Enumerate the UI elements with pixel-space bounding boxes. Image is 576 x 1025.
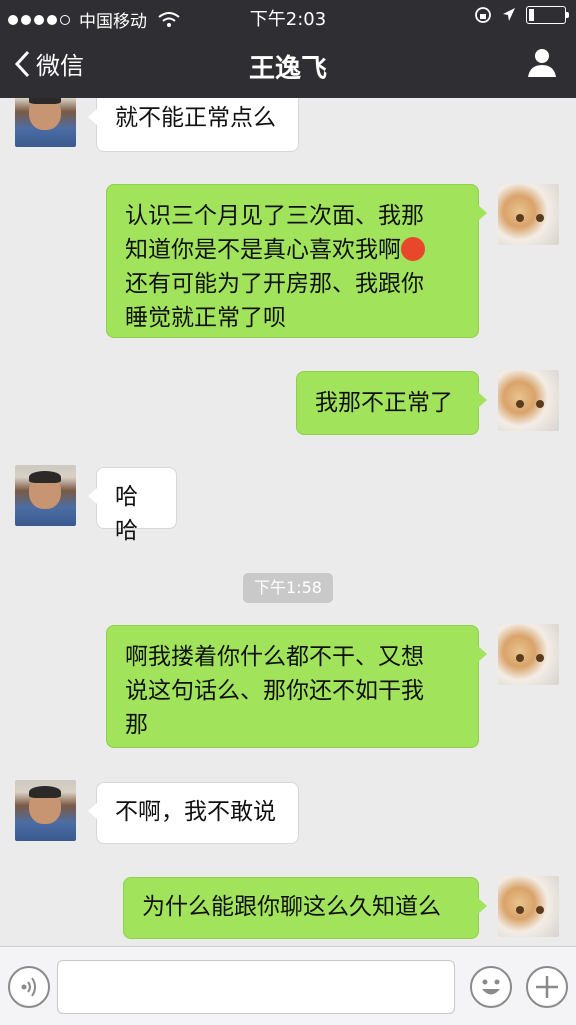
message-input[interactable] [57,960,455,1014]
rotation-lock-icon [475,7,491,23]
emoji-button[interactable] [470,966,512,1008]
avatar[interactable] [498,370,559,431]
voice-icon [21,977,36,997]
timestamp-label: 下午1:58 [243,573,333,603]
person-icon [528,49,556,77]
page-title: 王逸飞 [248,54,327,84]
voice-button[interactable] [8,966,50,1008]
avatar[interactable] [15,780,76,841]
message-bubble[interactable]: 为什么能跟你聊这么久知道么 [123,877,487,939]
chat-list[interactable]: 就不能正常点么 认识三个月见了三次面、我那 知道你是不是真心喜欢我啊 还有可能为… [0,98,576,946]
more-button[interactable] [526,966,568,1008]
nav-bar: 微信 王逸飞 [0,32,576,98]
battery-icon [526,6,569,24]
location-arrow-icon [503,8,515,21]
avatar[interactable] [15,98,76,147]
profile-button[interactable] [526,46,558,82]
avatar[interactable] [498,184,559,245]
avatar[interactable] [498,624,559,685]
message-bubble[interactable]: 啊我搂着你什么都不干、又想 说这句话么、那你还不如干我 那 [106,625,487,748]
message-bubble[interactable]: 哈哈 [88,467,177,544]
message-bubble[interactable]: 不啊，我不敢说 [88,782,299,844]
angry-face-icon [401,237,425,261]
status-bar: 中国移动 下午2:03 [0,0,576,32]
plus-icon [536,976,558,998]
input-bar [0,946,576,1025]
header: 中国移动 下午2:03 微信 王逸飞 [0,0,576,98]
message-bubble[interactable]: 就不能正常点么 [88,98,299,152]
smiley-icon [482,979,500,995]
message-bubble[interactable]: 认识三个月见了三次面、我那 知道你是不是真心喜欢我啊 还有可能为了开房那、我跟你… [106,184,487,338]
avatar[interactable] [15,465,76,526]
avatar[interactable] [498,876,559,937]
message-bubble[interactable]: 我那不正常了 [296,371,487,435]
